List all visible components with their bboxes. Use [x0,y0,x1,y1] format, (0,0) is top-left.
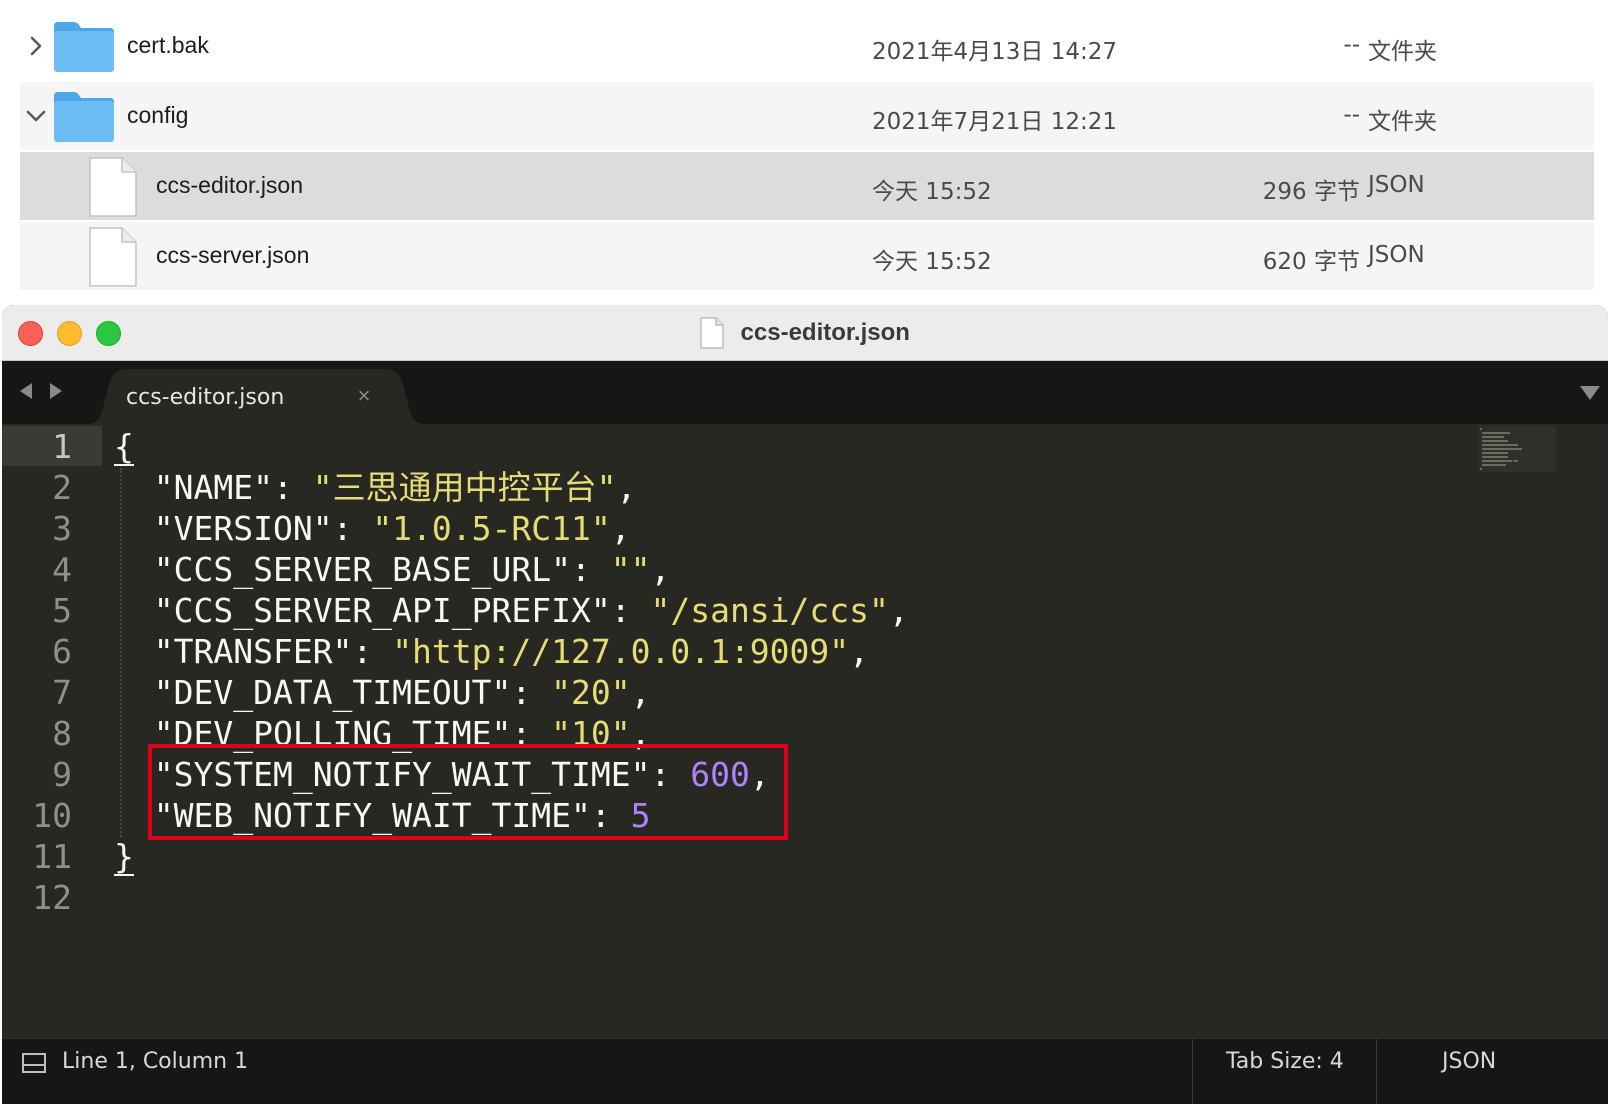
file-kind: 文件夹 [1368,39,1437,65]
line-number: 6 [52,632,72,671]
json-value: "/sansi/ccs" [650,591,889,630]
json-key: "VERSION" [153,509,333,548]
json-key: "DEV_DATA_TIMEOUT" [153,673,512,712]
colon: : [511,673,552,712]
code-editor[interactable]: 1 2 3 4 5 6 7 8 9 10 11 12 { "NAME": "三思通用中控平台", "V… [2,424,1608,1054]
indent-guide [120,468,122,837]
trailing-comma: , [849,632,870,671]
document-icon [88,156,138,218]
file-size: 296 字节 [1262,179,1360,205]
document-icon [700,317,724,349]
json-key: "TRANSFER" [153,632,353,671]
json-value: "20" [551,673,631,712]
window-titlebar[interactable]: ccs-editor.json [2,305,1608,361]
finder-row-config[interactable]: config 2021年7月21日 12:21 -- 文件夹 [20,82,1594,150]
panel-toggle-icon[interactable] [22,1053,46,1073]
folder-icon [52,88,116,144]
line-number: 2 [52,468,72,507]
status-divider [1192,1039,1193,1104]
trailing-comma: , [888,591,909,630]
forward-arrow-icon[interactable] [46,379,66,403]
line-number: 5 [52,591,72,630]
back-arrow-icon[interactable] [16,379,36,403]
colon: : [610,591,651,630]
code-line: } [114,836,134,877]
file-name: ccs-server.json [156,242,310,268]
code-line: "CCS_SERVER_API_PREFIX": "/sansi/ccs", [114,590,909,631]
line-number: 10 [32,796,72,835]
file-size: -- [1343,32,1360,58]
line-number: 12 [32,878,72,917]
line-number: 9 [52,755,72,794]
finder-row-cert-bak[interactable]: cert.bak 2021年4月13日 14:27 -- 文件夹 [20,12,1594,80]
code-line: "NAME": "三思通用中控平台", [114,467,637,508]
tab-label: ccs-editor.json [126,385,285,410]
window-title: ccs-editor.json [740,319,910,346]
json-key: "CCS_SERVER_API_PREFIX" [153,591,611,630]
finder-row-ccs-server-json[interactable]: ccs-server.json 今天 15:52 620 字节 JSON [20,222,1594,290]
tab-list-dropdown-icon[interactable] [1578,383,1602,403]
tab-size-selector[interactable]: Tab Size: 4 [1226,1049,1344,1074]
trailing-comma: , [610,509,631,548]
document-icon [88,226,138,288]
line-number: 1 [52,427,72,466]
folder-icon [52,18,116,74]
code-line: "TRANSFER": "http://127.0.0.1:9009", [114,631,869,672]
window-title-group: ccs-editor.json [2,317,1608,349]
tab-close-icon[interactable]: × [352,381,376,411]
code-line: { [114,426,134,467]
file-kind: 文件夹 [1368,109,1437,135]
annotation-highlight-box [148,744,788,840]
open-brace: { [114,427,134,466]
colon: : [332,509,373,548]
finder-row-ccs-editor-json[interactable]: ccs-editor.json 今天 15:52 296 字节 JSON [20,152,1594,220]
chevron-right-icon[interactable] [24,34,48,58]
status-divider [1376,1039,1377,1104]
file-kind: JSON [1368,242,1425,268]
line-number: 4 [52,550,72,589]
line-number: 3 [52,509,72,548]
cursor-position[interactable]: Line 1, Column 1 [62,1049,248,1074]
editor-window: ccs-editor.json ccs-editor.json × 123456… [2,305,1608,1104]
colon: : [272,468,313,507]
json-value: "三思通用中控平台" [312,468,617,507]
bracket-match-underline [114,464,134,466]
code-line: "DEV_DATA_TIMEOUT": "20", [114,672,651,713]
file-name: cert.bak [127,32,209,58]
close-brace: } [114,837,134,876]
json-value: "1.0.5-RC11" [372,509,611,548]
line-number: 7 [52,673,72,712]
code-line: "CCS_SERVER_BASE_URL": "", [114,549,671,590]
chevron-down-icon[interactable] [24,104,48,128]
trailing-comma: , [616,468,637,507]
finder-file-list: cert.bak 2021年4月13日 14:27 -- 文件夹 config … [0,0,1610,305]
json-key: "CCS_SERVER_BASE_URL" [153,550,571,589]
json-value: "" [610,550,651,589]
tab-bar: ccs-editor.json × [2,361,1608,424]
colon: : [352,632,393,671]
file-name: config [127,102,189,128]
json-key: "NAME" [153,468,273,507]
date-modified: 2021年4月13日 14:27 [872,39,1118,65]
syntax-selector[interactable]: JSON [1442,1049,1496,1074]
date-modified: 2021年7月21日 12:21 [872,109,1118,135]
code-line: "VERSION": "1.0.5-RC11", [114,508,631,549]
trailing-comma: , [650,550,671,589]
trailing-comma: , [630,673,651,712]
date-modified: 今天 15:52 [872,249,992,275]
line-number: 11 [32,837,72,876]
file-kind: JSON [1368,172,1425,198]
status-bar: Line 1, Column 1 Tab Size: 4 JSON [2,1038,1608,1104]
json-value: "http://127.0.0.1:9009" [392,632,850,671]
file-size: -- [1343,102,1360,128]
minimap[interactable] [1478,426,1556,472]
colon: : [570,550,611,589]
file-name: ccs-editor.json [156,172,304,198]
line-number: 8 [52,714,72,753]
tab-ccs-editor-json[interactable]: ccs-editor.json × [88,369,424,424]
date-modified: 今天 15:52 [872,179,992,205]
file-size: 620 字节 [1262,249,1360,275]
bracket-match-underline [114,874,134,876]
